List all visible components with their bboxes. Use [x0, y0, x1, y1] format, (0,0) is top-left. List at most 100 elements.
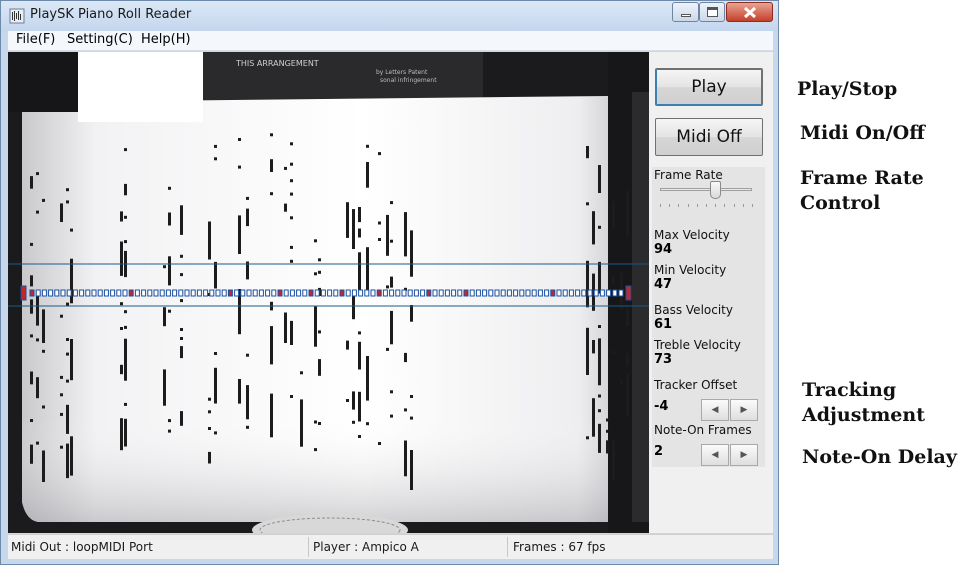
tracker-offset-label: Tracker Offset: [654, 378, 738, 392]
tracker-hole: [438, 289, 444, 297]
perforation: [378, 238, 381, 241]
arrow-right-icon: ▶: [740, 450, 748, 460]
status-player: Player : Ampico A: [313, 540, 419, 554]
tracker-offset-decrease[interactable]: ◀: [701, 399, 729, 421]
midi-toggle-button[interactable]: Midi Off: [655, 118, 763, 156]
tracker-hole: [606, 289, 612, 297]
tracker-hole: [376, 289, 382, 297]
title-bar[interactable]: PlaySK Piano Roll Reader: [1, 1, 778, 31]
tracker-hole: [333, 289, 339, 297]
perforation: [168, 186, 171, 190]
perforation: [238, 379, 241, 404]
perforation: [214, 367, 217, 404]
tracker-hole: [488, 289, 494, 297]
perforation: [284, 166, 287, 170]
slider-tick: [742, 204, 744, 207]
perforation: [598, 225, 601, 229]
perforation: [180, 337, 183, 340]
note-on-frames-spinner: ◀ ▶: [701, 444, 759, 466]
play-button[interactable]: Play: [655, 68, 763, 106]
tracker-hole: [289, 289, 295, 297]
perforation: [290, 142, 293, 146]
perforation: [70, 436, 73, 476]
tracker-hole: [327, 289, 333, 297]
perforation: [318, 422, 321, 425]
perforation: [42, 450, 45, 482]
tracker-hole: [221, 289, 227, 297]
perforation: [606, 440, 609, 454]
tracker-hole: [29, 289, 35, 297]
slider-tick: [724, 204, 726, 207]
perforation: [586, 436, 589, 440]
perforation: [124, 148, 127, 152]
perforation: [30, 242, 33, 246]
perforation: [42, 198, 45, 202]
frame-rate-slider-thumb[interactable]: [710, 181, 722, 199]
perforation: [214, 431, 217, 435]
perforation: [358, 391, 361, 422]
perforation: [66, 338, 69, 341]
perforation: [290, 162, 293, 166]
menu-setting[interactable]: Setting(C): [67, 32, 133, 47]
tracker-hole: [79, 289, 85, 297]
perforation: [180, 299, 183, 303]
perforation: [290, 216, 293, 220]
perforation: [626, 190, 629, 236]
tracker-expression-hole: [625, 285, 632, 301]
perforation: [66, 352, 69, 356]
perforation: [386, 214, 389, 256]
perforation: [42, 349, 45, 353]
perforation: [606, 429, 609, 433]
perforation: [163, 307, 166, 327]
status-divider: [308, 537, 309, 557]
perforation: [120, 211, 123, 222]
arrow-left-icon: ◀: [711, 450, 719, 460]
perforation: [626, 307, 629, 326]
note-on-frames-decrease[interactable]: ◀: [701, 444, 729, 466]
perforation: [246, 385, 249, 420]
tracker-hole: [60, 289, 66, 297]
close-button[interactable]: [726, 2, 773, 22]
note-on-frames-increase[interactable]: ▶: [730, 444, 758, 466]
perforation: [410, 395, 413, 398]
perforation: [378, 221, 381, 225]
tracker-hole: [420, 289, 426, 297]
tracker-hole: [562, 289, 568, 297]
tracker-hole: [153, 289, 159, 297]
perforation: [366, 247, 369, 292]
tracker-offset-value: -4: [654, 399, 669, 414]
tracker-hole: [575, 289, 581, 297]
perforation: [120, 241, 123, 276]
note-on-frames-label: Note-On Frames: [654, 423, 752, 437]
status-bar: Midi Out : loopMIDI Port Player : Ampico…: [8, 534, 773, 559]
tracker-hole: [190, 289, 196, 297]
tracker-hole: [513, 289, 519, 297]
tracker-hole: [413, 289, 419, 297]
tracker-offset-increase[interactable]: ▶: [730, 399, 758, 421]
perforation: [66, 443, 69, 479]
minimize-button[interactable]: [672, 2, 699, 22]
menu-file[interactable]: File(F): [16, 32, 55, 47]
tracker-hole: [519, 289, 525, 297]
perforation: [36, 338, 39, 342]
perforation: [124, 240, 127, 244]
tracker-hole: [122, 289, 128, 297]
perforation: [290, 320, 293, 345]
close-icon: [743, 6, 757, 19]
perforation: [352, 391, 355, 410]
perforation: [390, 310, 393, 345]
perforation: [60, 314, 63, 318]
perforation: [390, 390, 393, 394]
frame-rate-slider[interactable]: [660, 188, 752, 191]
maximize-button[interactable]: [699, 2, 725, 22]
slider-tick: [715, 204, 717, 207]
menu-help[interactable]: Help(H): [141, 32, 191, 47]
perforation: [314, 272, 317, 276]
perforation: [70, 339, 73, 381]
perforation: [620, 381, 623, 385]
tracker-hole: [252, 289, 258, 297]
perforation: [284, 203, 287, 212]
status-divider: [507, 537, 508, 557]
slider-tick: [752, 204, 753, 207]
perforation: [352, 209, 355, 249]
